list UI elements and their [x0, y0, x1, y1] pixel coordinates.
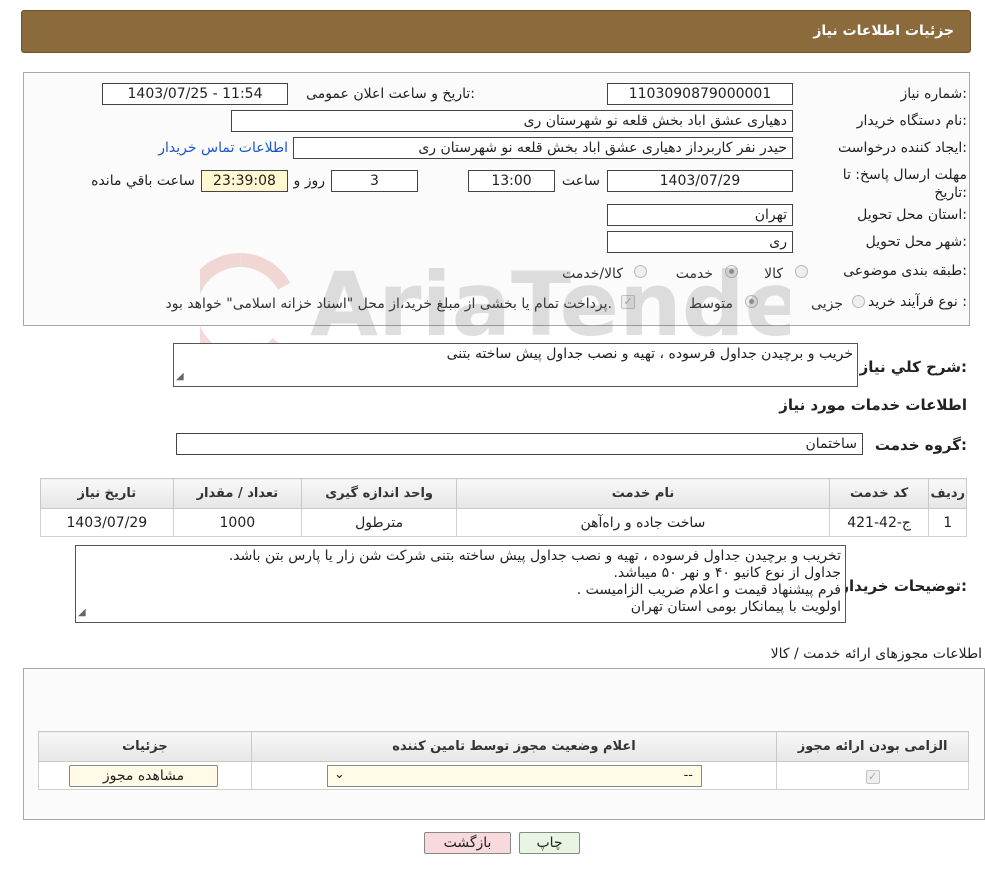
permit-status-value: --: [683, 768, 693, 783]
deadline-time-field: 13:00: [468, 170, 555, 192]
cell-date: 1403/07/29: [40, 508, 174, 537]
province-label: استان محل تحویل:: [857, 207, 967, 223]
need-number-field: 1103090879000001: [607, 83, 793, 105]
category-label: طبقه بندی موضوعی:: [843, 263, 967, 279]
col-permit-required: الزامی بودن ارائه مجوز: [776, 731, 969, 762]
cell-name: ساخت جاده و راه‌آهن: [456, 508, 830, 537]
col-name: نام خدمت: [456, 478, 830, 509]
service-group-field: ساختمان: [176, 433, 863, 455]
permits-table-header: الزامی بودن ارائه مجوز اعلام وضعیت مجوز …: [38, 731, 969, 762]
remaining-time-field: 23:39:08: [201, 170, 288, 192]
buyer-note-line: فرم پیشنهاد قیمت و اعلام ضریب الزامیست .: [576, 582, 841, 598]
announce-label: تاریخ و ساعت اعلان عمومی:: [306, 86, 475, 102]
service-group-label: گروه خدمت:: [874, 436, 967, 454]
buyer-contact-link[interactable]: اطلاعات تماس خریدار: [158, 140, 288, 156]
services-section-title: اطلاعات خدمات مورد نیاز: [779, 396, 967, 414]
process-minor-radio[interactable]: [852, 295, 865, 308]
category-both-label: کالا/خدمت: [562, 266, 623, 282]
col-permit-status: اعلام وضعیت مجوز توسط تامین کننده: [250, 731, 778, 762]
page-title: جزئیات اطلاعات نیاز: [813, 23, 954, 39]
view-permit-button[interactable]: مشاهده مجوز: [69, 765, 218, 787]
description-text: خریب و برچیدن جداول فرسوده ، تهیه و نصب …: [446, 346, 853, 362]
process-medium-label: متوسط: [689, 296, 733, 312]
city-label: شهر محل تحویل:: [865, 234, 967, 250]
col-permit-details: جزئیات: [38, 731, 252, 762]
buyer-org-label: نام دستگاه خریدار:: [856, 113, 967, 129]
creator-field: حیدر نفر کاربرداز دهیاری عشق اباد بخش قل…: [293, 137, 793, 159]
chevron-down-icon: ⌄: [334, 767, 345, 782]
permit-status-select[interactable]: -- ⌄: [327, 765, 702, 787]
category-service-label: خدمت: [675, 266, 713, 282]
description-textarea: خریب و برچیدن جداول فرسوده ، تهیه و نصب …: [173, 343, 858, 387]
deadline-date-field: 1403/07/29: [607, 170, 793, 192]
col-date: تاریخ نیاز: [40, 478, 174, 509]
time-label: ساعت: [561, 173, 600, 189]
cell-permit-required: ✓: [776, 761, 969, 790]
announce-field: 1403/07/25 - 11:54: [102, 83, 288, 105]
buyer-org-field: دهیاری عشق اباد بخش قلعه نو شهرستان ری: [231, 110, 793, 132]
print-button[interactable]: چاپ: [519, 832, 580, 854]
buyer-note-line: اولویت با پیمانکار بومی استان تهران: [630, 599, 841, 615]
permit-required-checkbox[interactable]: ✓: [865, 769, 880, 784]
cell-qty: 1000: [172, 508, 303, 537]
category-service-radio[interactable]: [725, 265, 738, 278]
col-code: کد خدمت: [828, 478, 930, 509]
resize-grip-icon: ◢: [176, 371, 184, 382]
back-button[interactable]: بازگشت: [424, 832, 511, 854]
process-label: نوع فرآیند خرید :: [868, 294, 967, 310]
buyer-note-line: تخریب و برچیدن جداول فرسوده ، تهیه و نصب…: [228, 548, 841, 564]
category-goods-radio[interactable]: [795, 265, 808, 278]
services-table-header: ردیف کد خدمت نام خدمت واحد اندازه گیری ت…: [40, 478, 967, 509]
services-table: ردیف کد خدمت نام خدمت واحد اندازه گیری ت…: [40, 478, 967, 537]
city-field: ری: [607, 231, 793, 253]
col-row: ردیف: [928, 478, 967, 509]
need-number-label: شماره نیاز:: [900, 86, 967, 102]
description-label: شرح کلي نياز:: [859, 358, 967, 376]
process-medium-radio[interactable]: [745, 295, 758, 308]
process-minor-label: جزیی: [811, 296, 843, 312]
province-field: تهران: [607, 204, 793, 226]
buyer-notes-textarea: تخریب و برچیدن جداول فرسوده ، تهیه و نصب…: [75, 545, 846, 623]
page-header: جزئیات اطلاعات نیاز: [21, 10, 971, 53]
cell-code: ج-42-421: [828, 508, 930, 537]
days-field: 3: [331, 170, 418, 192]
buyer-notes-label: توضیحات خریدار:: [840, 577, 967, 595]
category-both-radio[interactable]: [634, 265, 647, 278]
deadline-label: مهلت ارسال پاسخ: تا تاریخ:: [842, 167, 967, 201]
creator-label: ایجاد کننده درخواست:: [838, 140, 967, 156]
days-label: روز و: [293, 173, 326, 189]
category-goods-label: کالا: [764, 266, 783, 282]
permits-section-title: اطلاعات مجوزهای ارائه خدمت / کالا: [770, 646, 982, 662]
cell-unit: مترطول: [300, 508, 458, 537]
resize-grip-icon: ◢: [78, 607, 86, 618]
remaining-label: ساعت باقي مانده: [91, 173, 195, 189]
buyer-note-line: جداول از نوع کانیو ۴۰ و نهر ۵۰ میباشد.: [613, 565, 841, 581]
table-row: 1 ج-42-421 ساخت جاده و راه‌آهن مترطول 10…: [40, 508, 967, 537]
payment-checkbox[interactable]: ✓: [621, 295, 635, 309]
col-unit: واحد اندازه گیری: [300, 478, 458, 509]
cell-row: 1: [928, 508, 967, 537]
col-qty: تعداد / مقدار: [172, 478, 303, 509]
payment-note: پرداخت تمام یا بخشی از مبلغ خرید،از محل …: [165, 296, 612, 312]
